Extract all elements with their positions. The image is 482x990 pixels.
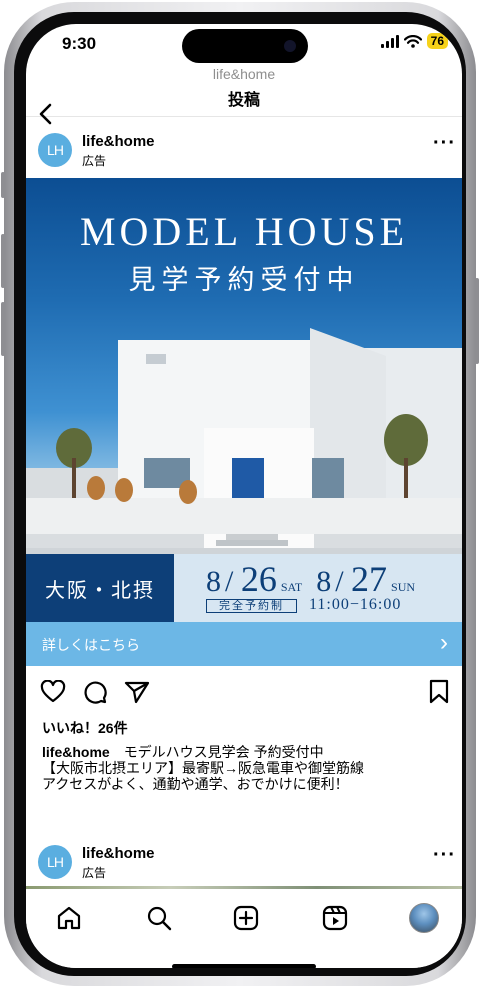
share-icon[interactable] [124,680,150,704]
ad-area: 大阪・北摂 [26,554,174,622]
caption-line-3: アクセスがよく、通勤や通学、おでかけに便利！ [42,776,349,792]
house-illustration [26,328,462,568]
avatar[interactable]: LH [38,133,72,167]
ad-title: MODEL HOUSE [79,209,409,254]
nav-subtitle: life&home [212,66,276,82]
volume-up-button [1,234,5,288]
date1-weekday: SAT [280,580,303,594]
heart-icon[interactable] [40,680,66,704]
date2-weekday: SUN [391,580,416,594]
more-horizontal-icon[interactable]: ··· [433,132,456,155]
phone-frame: 9:30 76 life&home 投稿 LH life&home 広告 ··· [1,2,479,986]
comment-icon[interactable] [82,679,108,705]
date1-day: 26 [240,559,277,599]
chevron-right-icon: › [440,629,448,656]
top-navigation: life&home 投稿 [26,64,462,125]
camera-icon [284,40,296,52]
status-time: 9:30 [62,34,97,53]
reels-icon[interactable] [322,905,348,931]
home-indicator [172,964,316,968]
date1-month: 8 [206,565,221,598]
power-button [475,278,479,364]
reservation-badge: 完全予約制 [206,599,297,613]
bookmark-icon[interactable] [428,679,450,705]
more-horizontal-icon[interactable]: ··· [433,844,456,867]
create-icon[interactable] [233,905,259,931]
home-icon[interactable] [56,905,82,931]
date2-month: 8 [316,565,332,598]
post-caption: life&home モデルハウス見学会 予約受付中 【大阪市北摂エリア】最寄駅→… [42,744,452,792]
signal-icon [380,34,399,48]
learn-more-button[interactable]: 詳しくはこちら › [26,622,462,666]
dynamic-island [182,29,308,63]
action-button [1,172,5,198]
date2-day: 27 [351,559,388,599]
sponsored-label: 広告 [82,154,107,168]
sponsored-label: 広告 [82,866,107,880]
post-header: LH life&home 広告 ··· [26,126,462,176]
post-actions [26,679,462,710]
search-icon[interactable] [146,905,172,931]
post-username[interactable]: life&home [82,133,155,150]
screen: 9:30 76 life&home 投稿 LH life&home 広告 ··· [26,24,462,968]
ad-date-band: 大阪・北摂 8 / 26 SAT 8 / 27 SUN 完全予約制 11:00−… [26,554,462,622]
likes-count[interactable]: いいね！26件 [42,718,128,738]
chevron-left-icon[interactable] [38,102,54,126]
volume-down-button [1,302,5,356]
battery-indicator: 76 [426,33,448,49]
learn-more-label: 詳しくはこちら [42,637,140,653]
ad-subtitle: 見学予約受付中 [128,265,360,295]
tab-bar [26,889,462,968]
ad-creative[interactable]: MODEL HOUSE 見学予約受付中 大阪・北摂 8 / 26 SAT 8 /… [26,178,462,666]
ad-dates: 8 / 26 SAT 8 / 27 SUN 完全予約制 11:00−16:00 [206,559,416,613]
caption-line-1: モデルハウス見学会 予約受付中 [123,744,324,760]
status-icons: 76 [380,33,448,49]
avatar[interactable]: LH [38,845,72,879]
nav-title: 投稿 [227,92,260,109]
caption-line-2: 【大阪市北摂エリア】最寄駅→阪急電車や御堂筋線 [42,760,364,776]
profile-avatar[interactable] [409,903,439,933]
wifi-icon [403,34,422,48]
next-post-header: LH life&home 広告 ··· [26,838,462,888]
next-post-username[interactable]: life&home [82,845,155,862]
caption-username[interactable]: life&home [42,744,110,760]
ad-hours: 11:00−16:00 [309,596,402,613]
